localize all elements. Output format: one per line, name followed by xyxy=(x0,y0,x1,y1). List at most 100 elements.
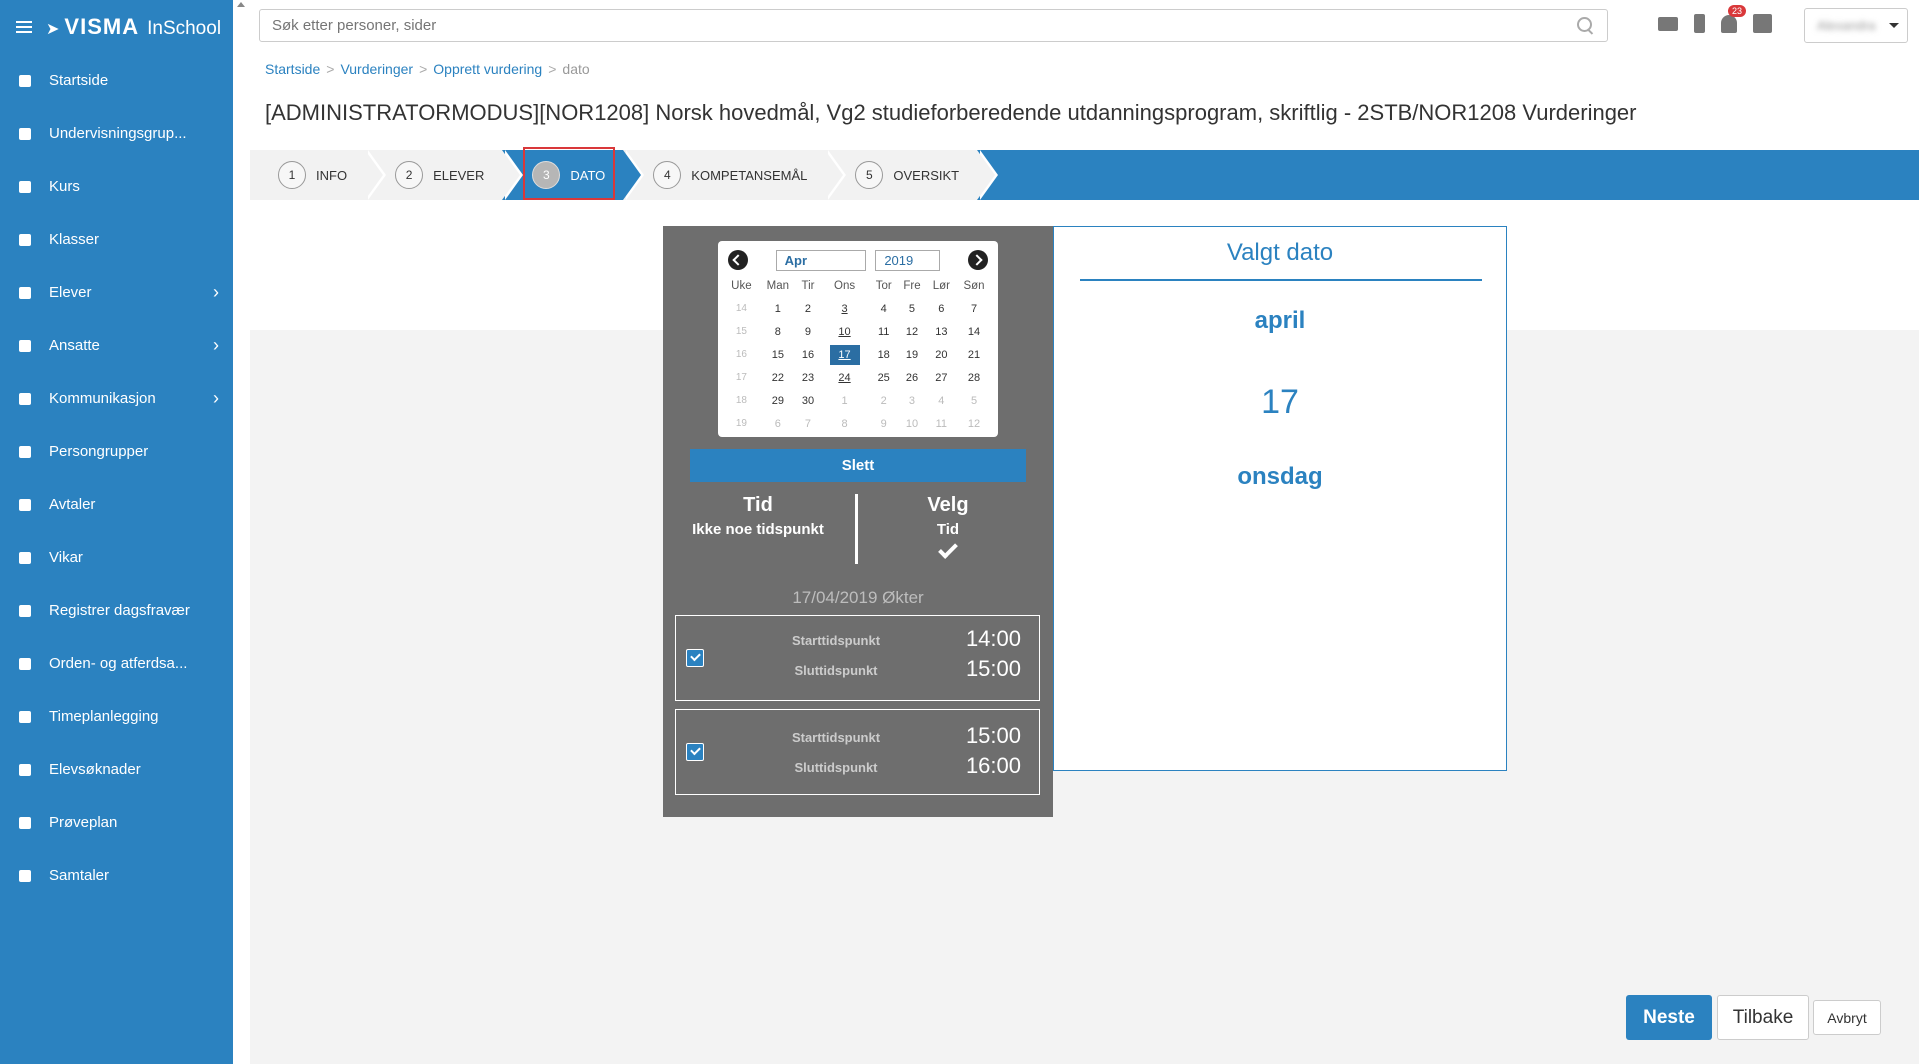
no-time-label: Ikke noe tidspunkt xyxy=(692,521,824,538)
calendar-day[interactable]: 6 xyxy=(927,297,956,320)
calendar-day[interactable]: 5 xyxy=(956,389,992,412)
calendar-day[interactable]: 10 xyxy=(819,320,870,343)
step-label: INFO xyxy=(316,167,348,183)
no-time-option[interactable]: Tid Ikke noe tidspunkt xyxy=(683,494,833,538)
mail-icon[interactable] xyxy=(1658,16,1678,31)
calendar-day[interactable]: 26 xyxy=(897,366,926,389)
delete-button[interactable]: Slett xyxy=(690,449,1026,482)
calendar-day[interactable]: 23 xyxy=(797,366,819,389)
chevron-right-icon: › xyxy=(213,388,219,408)
calendar-day[interactable]: 9 xyxy=(870,412,897,435)
calendar-day[interactable]: 11 xyxy=(927,412,956,435)
wizard-step[interactable]: 4 KOMPETANSEMÅL xyxy=(623,150,847,200)
calendar-day[interactable]: 14 xyxy=(956,320,992,343)
calendar-day[interactable]: 16 xyxy=(797,343,819,366)
next-month-icon[interactable] xyxy=(967,250,988,270)
user-menu[interactable]: Alexandra xyxy=(1804,8,1908,43)
search-input[interactable] xyxy=(260,17,1577,34)
selected-date-panel: Valgt dato april 17 onsdag xyxy=(1053,226,1507,771)
phone-icon[interactable] xyxy=(1694,14,1705,33)
contact-card-icon[interactable] xyxy=(1753,14,1772,33)
calendar-day[interactable]: 20 xyxy=(927,343,956,366)
scroll-up-arrow-icon[interactable] xyxy=(237,2,245,7)
sidebar-item[interactable]: Orden- og atferdsa... xyxy=(0,637,233,690)
breadcrumb-opprett-vurdering[interactable]: Opprett vurdering xyxy=(433,61,542,77)
sidebar-item[interactable]: Elevsøknader xyxy=(0,743,233,796)
search-icon[interactable] xyxy=(1577,16,1595,35)
sidebar-item[interactable]: Kommunikasjon › xyxy=(0,372,233,425)
calendar-day[interactable]: 12 xyxy=(897,320,926,343)
calendar-day[interactable]: 22 xyxy=(759,366,797,389)
calendar-day[interactable]: 1 xyxy=(759,297,797,320)
session-checkbox[interactable] xyxy=(686,649,704,667)
sidebar-item[interactable]: Klasser xyxy=(0,213,233,266)
calendar-day[interactable]: 24 xyxy=(819,366,870,389)
checkmark-icon[interactable] xyxy=(938,539,958,559)
calendar-day[interactable]: 5 xyxy=(897,297,926,320)
month-select[interactable]: Apr xyxy=(775,249,866,271)
breadcrumb-startside[interactable]: Startside xyxy=(265,61,320,77)
classroom-icon xyxy=(17,232,32,247)
cancel-button[interactable]: Avbryt xyxy=(1813,1000,1881,1035)
previous-month-icon[interactable] xyxy=(728,250,748,270)
sidebar-item[interactable]: Kurs xyxy=(0,160,233,213)
calendar-day[interactable]: 7 xyxy=(797,412,819,435)
calendar-day[interactable]: 21 xyxy=(956,343,992,366)
sidebar-item[interactable]: Registrer dagsfravær xyxy=(0,584,233,637)
back-button[interactable]: Tilbake xyxy=(1717,995,1809,1040)
calendar-day[interactable]: 13 xyxy=(927,320,956,343)
calendar-day[interactable]: 7 xyxy=(956,297,992,320)
calendar-day[interactable]: 27 xyxy=(927,366,956,389)
calendar-day[interactable]: 25 xyxy=(870,366,897,389)
calendar-day[interactable]: 28 xyxy=(956,366,992,389)
sidebar-item[interactable]: Samtaler xyxy=(0,849,233,902)
calendar-day[interactable]: 3 xyxy=(819,297,870,320)
calendar-day-label: 7 xyxy=(804,417,812,430)
sidebar-item[interactable]: Startside xyxy=(0,54,233,107)
calendar-day[interactable]: 18 xyxy=(870,343,897,366)
calendar-day-label: 6 xyxy=(774,417,781,430)
week-number: 18 xyxy=(735,395,747,406)
calendar-header: Apr 2019 xyxy=(724,247,992,273)
calendar-day[interactable]: 10 xyxy=(897,412,926,435)
sidebar-item[interactable]: Timeplanlegging xyxy=(0,690,233,743)
grid-icon xyxy=(17,73,32,88)
bell-icon[interactable]: 23 xyxy=(1721,4,1747,33)
calendar-day[interactable]: 29 xyxy=(759,389,797,412)
brand-logo[interactable]: VISMA InSchool xyxy=(46,14,221,40)
calendar-day[interactable]: 4 xyxy=(927,389,956,412)
calendar-day[interactable]: 2 xyxy=(797,297,819,320)
sidebar-item[interactable]: Avtaler xyxy=(0,478,233,531)
calendar-day[interactable]: 8 xyxy=(819,412,870,435)
breadcrumb-vurderinger[interactable]: Vurderinger xyxy=(340,61,413,77)
wizard-step[interactable]: 5 OVERSIKT xyxy=(825,150,998,200)
calendar-day[interactable]: 3 xyxy=(897,389,926,412)
sidebar-item[interactable]: Persongrupper xyxy=(0,425,233,478)
sidebar-item[interactable]: Vikar xyxy=(0,531,233,584)
calendar-day[interactable]: 11 xyxy=(870,320,897,343)
calendar-day[interactable]: 30 xyxy=(797,389,819,412)
sidebar-item[interactable]: Undervisningsgrup... xyxy=(0,107,233,160)
calendar-day[interactable]: 1 xyxy=(819,389,870,412)
calendar-day[interactable]: 9 xyxy=(797,320,819,343)
calendar-day[interactable]: 6 xyxy=(759,412,797,435)
next-button[interactable]: Neste xyxy=(1626,995,1712,1040)
calendar-day[interactable]: 2 xyxy=(870,389,897,412)
calendar-day[interactable]: 12 xyxy=(956,412,992,435)
calendar-day[interactable]: 4 xyxy=(870,297,897,320)
year-select[interactable]: 2019 xyxy=(875,249,941,271)
weekday-header: Søn xyxy=(963,280,985,292)
calendar-day-label: 4 xyxy=(880,302,887,315)
calendar-week-row: 17 22 23 24 25 26 27 28 xyxy=(724,366,992,389)
calendar-day[interactable]: 19 xyxy=(897,343,926,366)
sidebar-item[interactable]: Ansatte › xyxy=(0,319,233,372)
sidebar-item[interactable]: Elever › xyxy=(0,266,233,319)
wizard-step[interactable]: 1 INFO xyxy=(250,150,387,200)
sidebar-item[interactable]: Prøveplan xyxy=(0,796,233,849)
calendar-day[interactable]: 17 xyxy=(819,343,870,366)
choose-time-option[interactable]: Velg Tid xyxy=(893,494,1003,559)
session-checkbox[interactable] xyxy=(686,743,704,761)
calendar-day[interactable]: 8 xyxy=(759,320,797,343)
hamburger-menu-icon[interactable] xyxy=(16,21,32,33)
calendar-day[interactable]: 15 xyxy=(759,343,797,366)
